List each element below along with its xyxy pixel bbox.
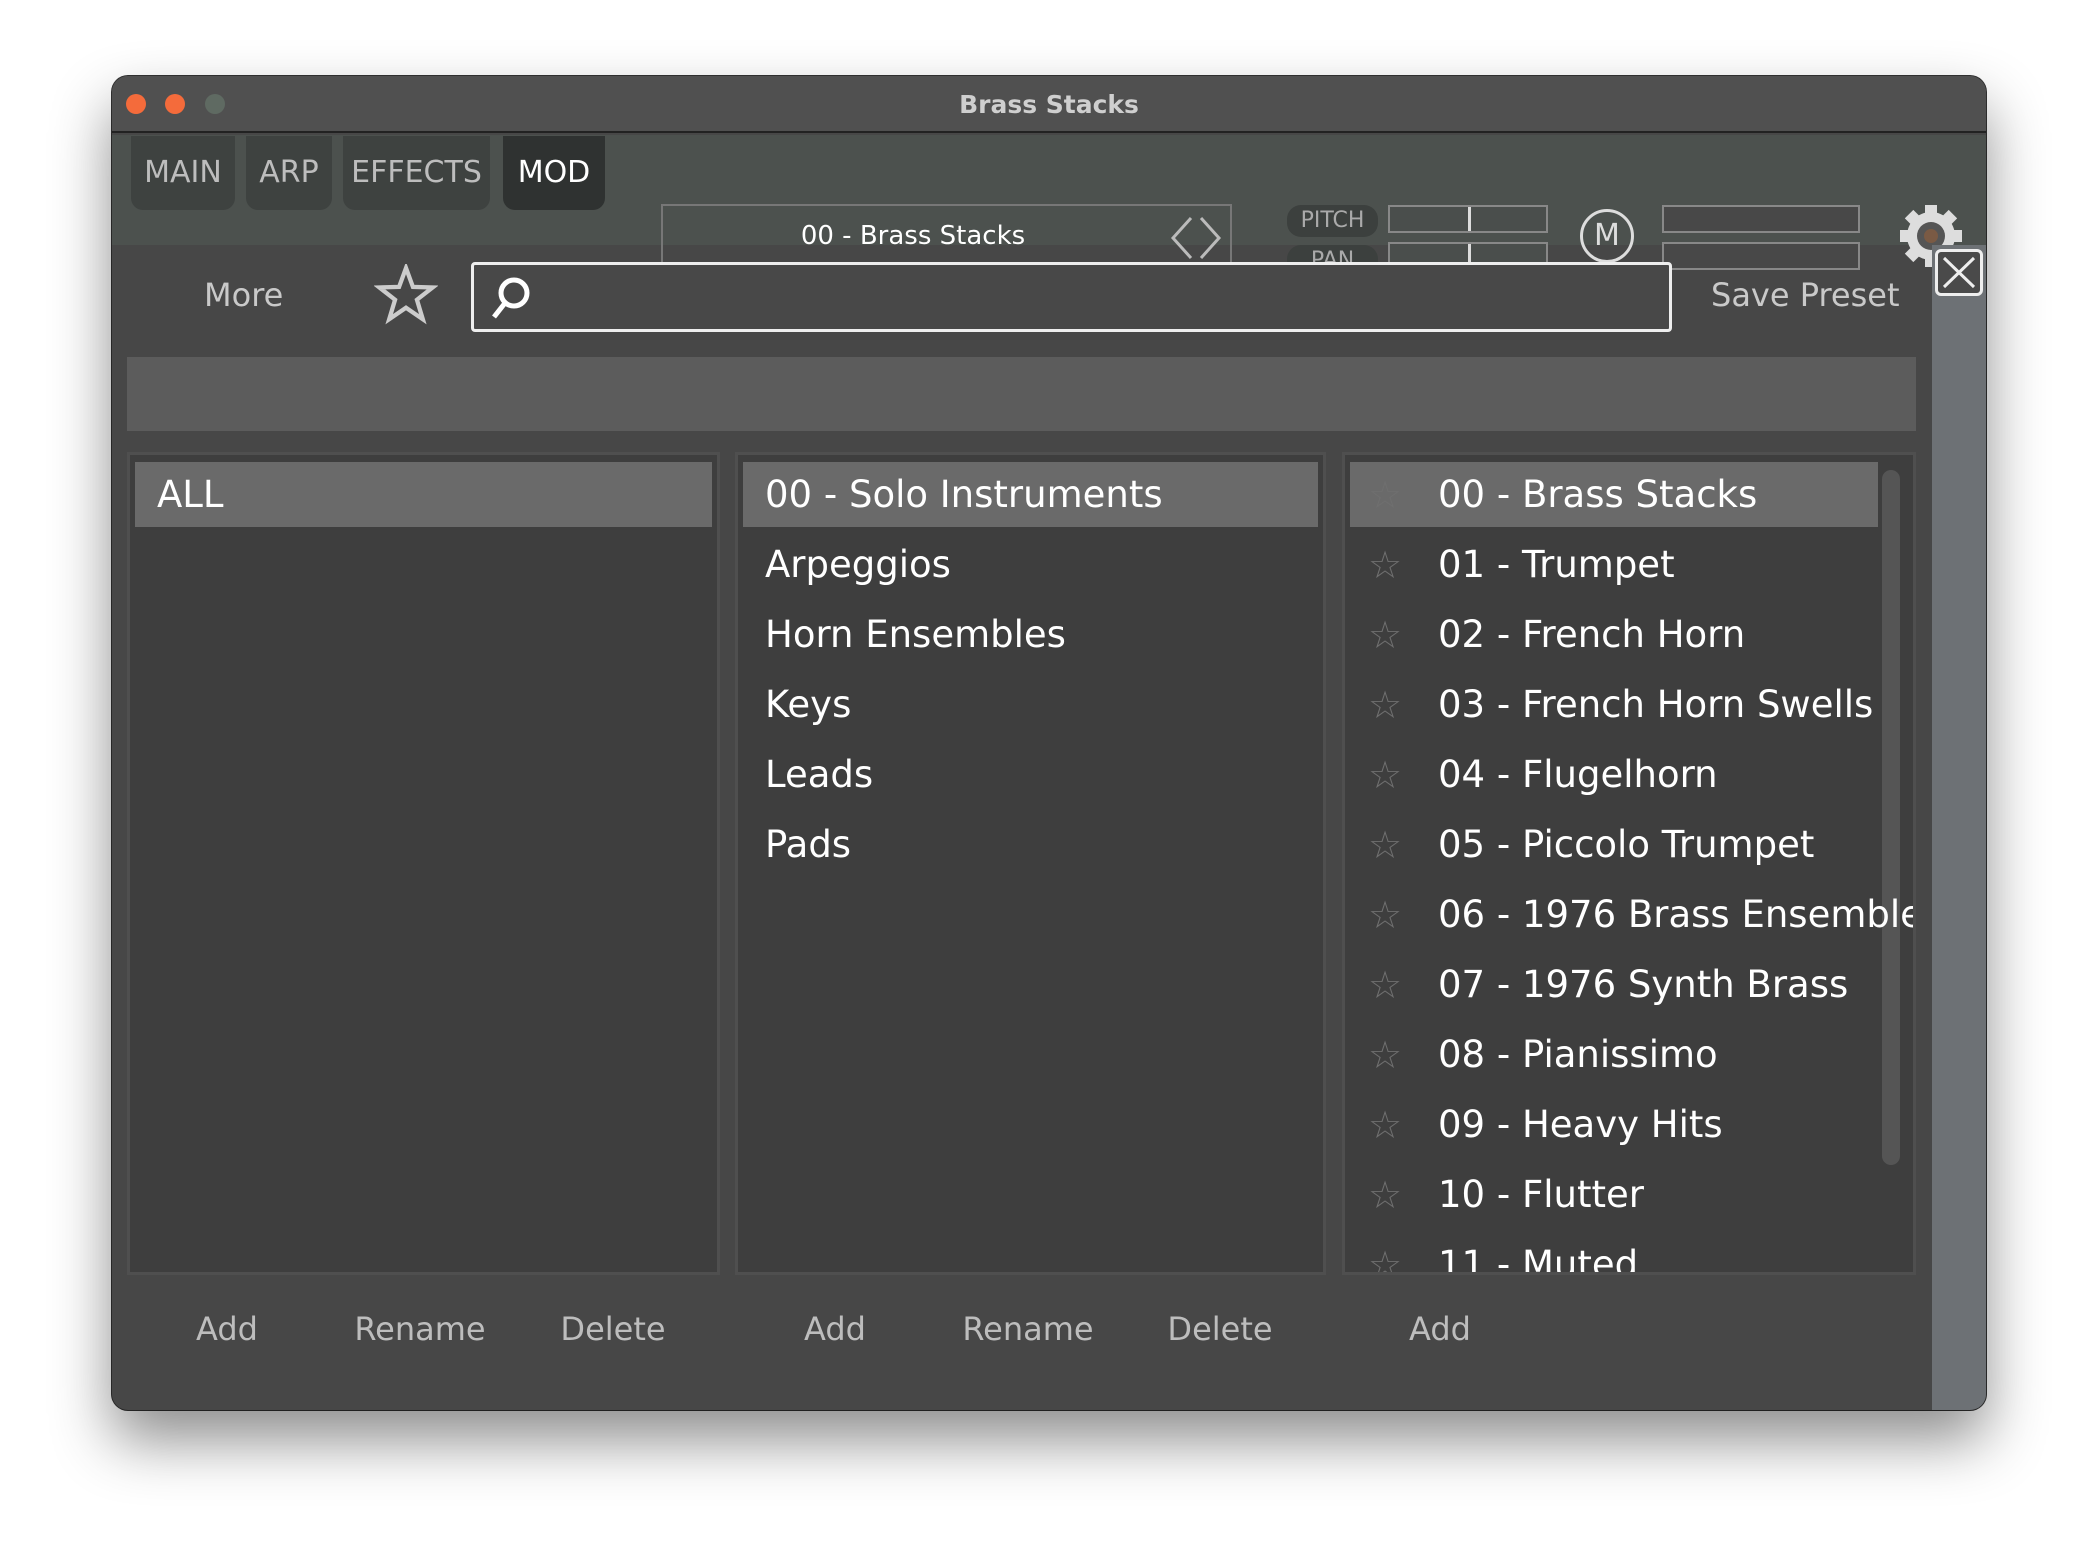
- bank-delete-button[interactable]: Delete: [560, 1310, 665, 1348]
- favorite-star-icon[interactable]: ☆: [1368, 1036, 1402, 1074]
- preset-add-button[interactable]: Add: [1409, 1310, 1471, 1348]
- bank-list: ALL: [127, 452, 720, 1275]
- list-item[interactable]: ☆ 03 - French Horn Swells: [1350, 672, 1878, 737]
- list-item[interactable]: ☆ 09 - Heavy Hits: [1350, 1092, 1878, 1157]
- favorite-star-icon[interactable]: ☆: [1368, 686, 1402, 724]
- window-title: Brass Stacks: [959, 90, 1139, 119]
- search-input[interactable]: [471, 262, 1672, 332]
- favorite-star-icon[interactable]: ☆: [1368, 756, 1402, 794]
- preset-label: 09 - Heavy Hits: [1438, 1103, 1723, 1146]
- filter-band: [127, 357, 1916, 431]
- pitch-label: PITCH: [1287, 205, 1378, 237]
- preset-label: 05 - Piccolo Trumpet: [1438, 823, 1815, 866]
- list-item[interactable]: Arpeggios: [743, 532, 1318, 597]
- list-item[interactable]: 00 - Solo Instruments: [743, 462, 1318, 527]
- list-item[interactable]: ☆ 10 - Flutter: [1350, 1162, 1878, 1227]
- side-strip: [1932, 245, 1986, 1410]
- list-item[interactable]: ☆ 02 - French Horn: [1350, 602, 1878, 667]
- preset-list-scrollbar[interactable]: [1882, 470, 1900, 1165]
- preset-label: 04 - Flugelhorn: [1438, 753, 1718, 796]
- list-item[interactable]: ☆ 07 - 1976 Synth Brass: [1350, 952, 1878, 1017]
- favorite-star-icon[interactable]: ☆: [1368, 966, 1402, 1004]
- chevron-right-icon: [1199, 216, 1222, 260]
- category-list: 00 - Solo Instruments Arpeggios Horn Ensem…: [735, 452, 1326, 1275]
- more-button[interactable]: More: [204, 276, 283, 314]
- save-preset-button[interactable]: Save Preset: [1711, 276, 1900, 314]
- category-delete-button[interactable]: Delete: [1167, 1310, 1272, 1348]
- category-rename-button[interactable]: Rename: [962, 1310, 1093, 1348]
- toolbar: MAIN ARP EFFECTS MOD 00 - Brass Stacks P…: [112, 135, 1986, 277]
- plugin-window: Brass Stacks MAIN ARP EFFECTS MOD 00 - B…: [112, 76, 1986, 1410]
- bank-add-button[interactable]: Add: [196, 1310, 258, 1348]
- list-item[interactable]: ☆ 05 - Piccolo Trumpet: [1350, 812, 1878, 877]
- tab-mod[interactable]: MOD: [503, 136, 605, 210]
- list-item[interactable]: ☆ 11 - Muted: [1350, 1232, 1878, 1275]
- bank-rename-button[interactable]: Rename: [354, 1310, 485, 1348]
- favorite-star-icon[interactable]: ☆: [1368, 476, 1402, 514]
- preset-label: 11 - Muted: [1438, 1243, 1639, 1275]
- list-item[interactable]: Horn Ensembles: [743, 602, 1318, 667]
- favorite-star-icon[interactable]: ☆: [1368, 1246, 1402, 1272]
- close-browser-button[interactable]: [1935, 249, 1983, 296]
- list-item[interactable]: ☆ 08 - Pianissimo: [1350, 1022, 1878, 1087]
- favorite-star-icon[interactable]: ☆: [1368, 546, 1402, 584]
- category-add-button[interactable]: Add: [804, 1310, 866, 1348]
- pitch-slider-handle[interactable]: [1468, 207, 1471, 231]
- favorite-star-icon[interactable]: ☆: [1368, 1106, 1402, 1144]
- output-meter-right: [1662, 242, 1860, 270]
- preset-label: 01 - Trumpet: [1438, 543, 1675, 586]
- close-icon: [1942, 256, 1976, 289]
- preset-list: ☆ 00 - Brass Stacks ☆ 01 - Trumpet ☆ 02 - Fre…: [1342, 452, 1916, 1275]
- preset-label: 02 - French Horn: [1438, 613, 1746, 656]
- search-icon: [492, 277, 530, 319]
- preset-label: 08 - Pianissimo: [1438, 1033, 1718, 1076]
- preset-label: 00 - Brass Stacks: [1438, 473, 1758, 516]
- list-item[interactable]: Keys: [743, 672, 1318, 737]
- close-window-button[interactable]: [126, 94, 146, 114]
- preset-label: 10 - Flutter: [1438, 1173, 1644, 1216]
- favorite-star-icon[interactable]: ☆: [1368, 826, 1402, 864]
- chevron-left-icon: [1170, 216, 1193, 260]
- minimize-window-button[interactable]: [165, 94, 185, 114]
- list-item[interactable]: ALL: [135, 462, 712, 527]
- favorite-star-icon[interactable]: ☆: [1368, 1176, 1402, 1214]
- zoom-window-button[interactable]: [205, 94, 225, 114]
- tab-effects[interactable]: EFFECTS: [343, 136, 490, 210]
- tab-arp[interactable]: ARP: [246, 136, 332, 210]
- tab-main[interactable]: MAIN: [131, 136, 235, 210]
- title-bar: Brass Stacks: [112, 76, 1986, 133]
- preset-nav-icons: [1170, 216, 1222, 260]
- output-meter-left: [1662, 205, 1860, 233]
- list-item[interactable]: Leads: [743, 742, 1318, 807]
- preset-label: 06 - 1976 Brass Ensemble: [1438, 893, 1916, 936]
- preset-label: 07 - 1976 Synth Brass: [1438, 963, 1849, 1006]
- list-item[interactable]: ☆ 06 - 1976 Brass Ensemble: [1350, 882, 1913, 947]
- favorite-star-icon[interactable]: ☆: [1368, 616, 1402, 654]
- favorites-filter-star-icon[interactable]: [374, 264, 438, 328]
- midi-button[interactable]: M: [1580, 209, 1634, 263]
- midi-label: M: [1594, 218, 1620, 253]
- favorite-star-icon[interactable]: ☆: [1368, 896, 1402, 934]
- list-item[interactable]: ☆ 00 - Brass Stacks: [1350, 462, 1878, 527]
- pitch-slider[interactable]: [1388, 205, 1548, 233]
- list-item[interactable]: ☆ 04 - Flugelhorn: [1350, 742, 1878, 807]
- list-item[interactable]: Pads: [743, 812, 1318, 877]
- preset-label: 03 - French Horn Swells: [1438, 683, 1874, 726]
- preset-name: 00 - Brass Stacks: [800, 221, 1026, 251]
- list-item[interactable]: ☆ 01 - Trumpet: [1350, 532, 1878, 597]
- preset-selector[interactable]: 00 - Brass Stacks: [661, 204, 1232, 269]
